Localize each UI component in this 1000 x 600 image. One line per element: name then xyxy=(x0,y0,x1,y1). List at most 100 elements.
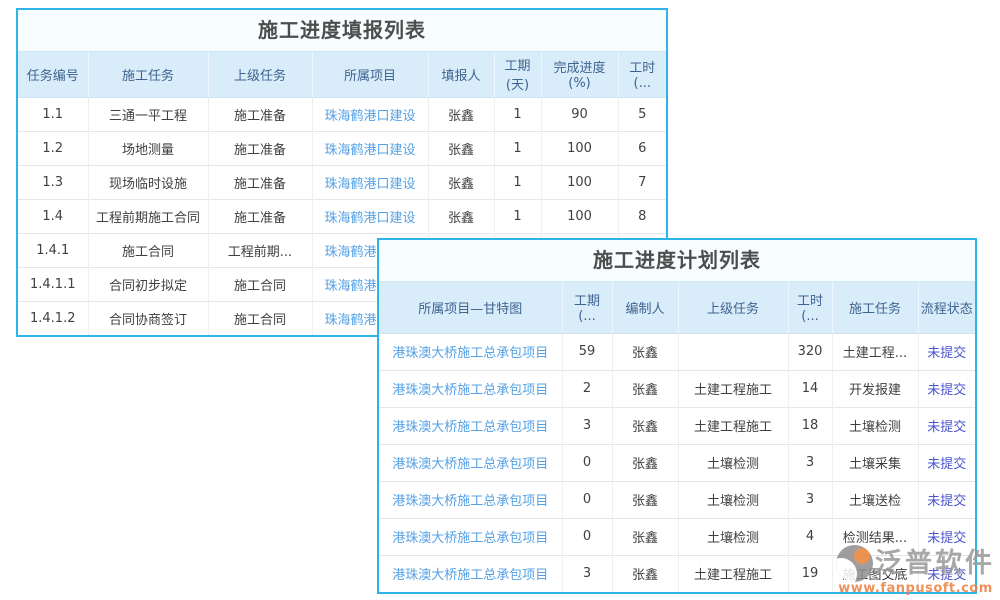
cell: 施工合同 xyxy=(208,301,312,335)
cell: 施工图交底 xyxy=(832,555,918,592)
cell: 1.4 xyxy=(18,199,88,233)
cell: 1.2 xyxy=(18,131,88,165)
column-header: 工时 (... xyxy=(788,282,832,333)
cell: 1 xyxy=(494,131,541,165)
cell: 90 xyxy=(541,97,618,131)
cell: 土建工程施工 xyxy=(678,407,788,444)
status-link[interactable]: 未提交 xyxy=(918,444,975,481)
column-header: 流程状态 xyxy=(918,282,975,333)
cell: 0 xyxy=(562,444,612,481)
project-link[interactable]: 港珠澳大桥施工总承包项目 xyxy=(379,370,562,407)
column-header: 所属项目—甘特图 xyxy=(379,282,562,333)
table-row: 港珠澳大桥施工总承包项目59张鑫320土建工程...未提交 xyxy=(379,333,975,370)
cell: 土建工程施工 xyxy=(678,370,788,407)
cell: 7 xyxy=(618,165,666,199)
cell: 3 xyxy=(562,555,612,592)
cell: 张鑫 xyxy=(612,370,678,407)
column-header: 编制人 xyxy=(612,282,678,333)
table-row: 港珠澳大桥施工总承包项目3张鑫土建工程施工18土壤检测未提交 xyxy=(379,407,975,444)
cell: 土壤送检 xyxy=(832,481,918,518)
cell: 张鑫 xyxy=(428,199,494,233)
column-header: 完成进度 (%) xyxy=(541,52,618,97)
table-row: 1.4工程前期施工合同施工准备珠海鹤港口建设张鑫11008 xyxy=(18,199,666,233)
project-link[interactable]: 珠海鹤港口建设 xyxy=(312,199,428,233)
project-link[interactable]: 珠海鹤港口建设 xyxy=(312,131,428,165)
cell: 1.1 xyxy=(18,97,88,131)
cell: 59 xyxy=(562,333,612,370)
project-link[interactable]: 港珠澳大桥施工总承包项目 xyxy=(379,518,562,555)
cell: 张鑫 xyxy=(612,518,678,555)
project-link[interactable]: 港珠澳大桥施工总承包项目 xyxy=(379,407,562,444)
cell: 施工准备 xyxy=(208,131,312,165)
cell: 100 xyxy=(541,131,618,165)
cell: 4 xyxy=(788,518,832,555)
cell: 施工准备 xyxy=(208,165,312,199)
table-row: 港珠澳大桥施工总承包项目2张鑫土建工程施工14开发报建未提交 xyxy=(379,370,975,407)
cell: 张鑫 xyxy=(428,131,494,165)
cell: 14 xyxy=(788,370,832,407)
column-header: 施工任务 xyxy=(88,52,208,97)
cell: 8 xyxy=(618,199,666,233)
plan-list-panel: 施工进度计划列表 所属项目—甘特图工期 (...编制人上级任务工时 (...施工… xyxy=(377,238,977,594)
project-link[interactable]: 港珠澳大桥施工总承包项目 xyxy=(379,555,562,592)
cell: 1.4.1 xyxy=(18,233,88,267)
table-row: 港珠澳大桥施工总承包项目0张鑫土壤检测3土壤采集未提交 xyxy=(379,444,975,481)
cell: 2 xyxy=(562,370,612,407)
cell: 张鑫 xyxy=(612,555,678,592)
cell: 张鑫 xyxy=(612,444,678,481)
status-link[interactable]: 未提交 xyxy=(918,518,975,555)
project-link[interactable]: 港珠澳大桥施工总承包项目 xyxy=(379,333,562,370)
plan-list-title: 施工进度计划列表 xyxy=(379,240,975,282)
cell: 土壤检测 xyxy=(678,444,788,481)
status-link[interactable]: 未提交 xyxy=(918,333,975,370)
cell: 1 xyxy=(494,199,541,233)
header-row: 任务编号施工任务上级任务所属项目填报人工期 (天)完成进度 (%)工时 (... xyxy=(18,52,666,97)
project-link[interactable]: 珠海鹤港口建设 xyxy=(312,97,428,131)
project-link[interactable]: 珠海鹤港口建设 xyxy=(312,165,428,199)
cell: 检测结果... xyxy=(832,518,918,555)
cell: 合同协商签订 xyxy=(88,301,208,335)
cell: 土壤检测 xyxy=(832,407,918,444)
cell: 张鑫 xyxy=(612,481,678,518)
cell: 现场临时设施 xyxy=(88,165,208,199)
cell: 开发报建 xyxy=(832,370,918,407)
table-row: 港珠澳大桥施工总承包项目3张鑫土建工程施工19施工图交底未提交 xyxy=(379,555,975,592)
cell: 张鑫 xyxy=(428,97,494,131)
cell: 合同初步拟定 xyxy=(88,267,208,301)
status-link[interactable]: 未提交 xyxy=(918,481,975,518)
cell: 320 xyxy=(788,333,832,370)
cell: 张鑫 xyxy=(612,333,678,370)
cell: 6 xyxy=(618,131,666,165)
column-header: 工时 (... xyxy=(618,52,666,97)
status-link[interactable]: 未提交 xyxy=(918,555,975,592)
status-link[interactable]: 未提交 xyxy=(918,407,975,444)
column-header: 上级任务 xyxy=(678,282,788,333)
table-row: 1.1三通一平工程施工准备珠海鹤港口建设张鑫1905 xyxy=(18,97,666,131)
cell: 1 xyxy=(494,97,541,131)
cell: 1.3 xyxy=(18,165,88,199)
cell: 3 xyxy=(788,444,832,481)
cell: 18 xyxy=(788,407,832,444)
cell: 场地测量 xyxy=(88,131,208,165)
column-header: 填报人 xyxy=(428,52,494,97)
cell: 100 xyxy=(541,199,618,233)
cell: 工程前期施工合同 xyxy=(88,199,208,233)
cell: 0 xyxy=(562,518,612,555)
cell: 5 xyxy=(618,97,666,131)
table-row: 1.3现场临时设施施工准备珠海鹤港口建设张鑫11007 xyxy=(18,165,666,199)
cell: 施工准备 xyxy=(208,199,312,233)
cell: 工程前期... xyxy=(208,233,312,267)
cell: 1.4.1.2 xyxy=(18,301,88,335)
cell: 施工合同 xyxy=(88,233,208,267)
plan-table: 所属项目—甘特图工期 (...编制人上级任务工时 (...施工任务流程状态港珠澳… xyxy=(379,282,975,592)
column-header: 工期 (... xyxy=(562,282,612,333)
project-link[interactable]: 港珠澳大桥施工总承包项目 xyxy=(379,481,562,518)
cell: 19 xyxy=(788,555,832,592)
project-link[interactable]: 港珠澳大桥施工总承包项目 xyxy=(379,444,562,481)
column-header: 工期 (天) xyxy=(494,52,541,97)
status-link[interactable]: 未提交 xyxy=(918,370,975,407)
table-row: 港珠澳大桥施工总承包项目0张鑫土壤检测3土壤送检未提交 xyxy=(379,481,975,518)
cell: 土壤检测 xyxy=(678,518,788,555)
cell: 1.4.1.1 xyxy=(18,267,88,301)
cell: 土建工程施工 xyxy=(678,555,788,592)
